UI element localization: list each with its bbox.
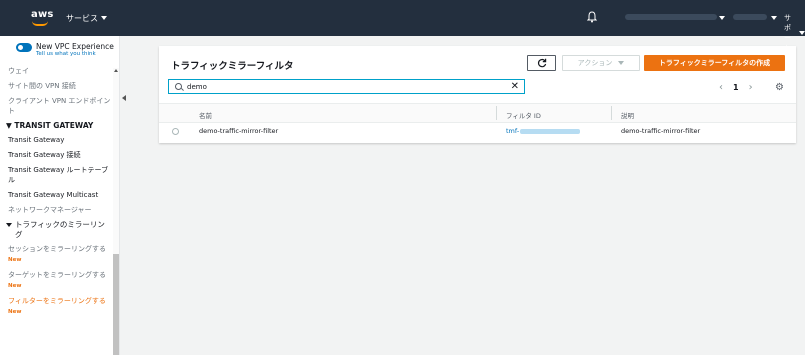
chevron-down-icon <box>618 61 625 65</box>
sidebar-item-transit-gateway-multicast[interactable]: Transit Gateway Multicast <box>6 190 112 200</box>
aws-smile-icon <box>32 21 48 26</box>
refresh-button[interactable] <box>527 55 556 71</box>
cell-filter-id-link[interactable]: tmf- <box>506 127 581 135</box>
bell-icon[interactable] <box>587 11 597 23</box>
column-header-filter-id[interactable]: フィルタ ID <box>496 106 541 120</box>
previous-page-icon[interactable]: ‹ <box>719 82 723 93</box>
account-chevron-down-icon <box>719 16 725 20</box>
toggle-switch[interactable] <box>16 43 32 52</box>
table-header: 名前 フィルタ ID 説明 <box>159 103 796 123</box>
actions-label: アクション <box>577 59 613 67</box>
column-header-label: 説明 <box>621 112 634 120</box>
sidebar-item-label: フィルターをミラーリングする <box>8 297 106 305</box>
sidebar-item-mirror-targets[interactable]: ターゲットをミラーリングする New <box>6 270 112 291</box>
sidebar-item-label: セッションをミラーリングする <box>8 245 106 253</box>
sidebar-item-client-vpn[interactable]: クライアント VPN エンドポイント <box>6 96 112 116</box>
column-header-label: フィルタ ID <box>506 112 541 120</box>
new-vpc-experience-toggle[interactable]: New VPC Experience Tell us what you thin… <box>16 42 114 58</box>
filter-id-redacted <box>520 128 581 134</box>
search-input[interactable] <box>187 82 507 91</box>
scroll-up-arrow-icon[interactable] <box>114 69 118 72</box>
region-chevron-down-icon <box>771 16 777 20</box>
region-menu-redacted[interactable] <box>733 14 767 20</box>
account-menu-redacted[interactable] <box>625 14 717 20</box>
cell-description: demo-traffic-mirror-filter <box>621 127 701 135</box>
column-divider <box>496 106 497 120</box>
services-menu[interactable]: サービス <box>66 13 107 24</box>
create-traffic-mirror-filter-button[interactable]: トラフィックミラーフィルタの作成 <box>644 55 785 71</box>
traffic-mirror-filters-panel: トラフィックミラーフィルタ アクション トラフィックミラーフィルタの作成 ✕ ‹… <box>159 46 796 143</box>
filter-id-prefix: tmf- <box>506 127 520 135</box>
sidebar-item-transit-gateway-route-tables[interactable]: Transit Gateway ルートテーブル <box>6 165 112 185</box>
sidebar-item-site-to-site-vpn[interactable]: サイト間の VPN 接続 <box>6 81 112 91</box>
new-badge: New <box>8 309 22 315</box>
page-title: トラフィックミラーフィルタ <box>171 61 294 72</box>
search-box: ✕ <box>168 79 525 94</box>
aws-logo[interactable]: aws <box>30 6 54 30</box>
transit-gateway-section-header[interactable]: ▼ TRANSIT GATEWAY <box>6 121 112 131</box>
collapse-sidebar-icon[interactable] <box>122 95 126 101</box>
chevron-down-icon <box>101 16 107 20</box>
clear-search-icon[interactable]: ✕ <box>511 81 519 93</box>
cell-name: demo-traffic-mirror-filter <box>199 127 279 135</box>
sidebar-item-gateway[interactable]: ウェイ <box>6 66 112 76</box>
chevron-down-icon <box>799 31 805 35</box>
search-icon <box>175 83 182 90</box>
row-select-radio[interactable] <box>172 128 179 135</box>
sidebar-item-label: ターゲットをミラーリングする <box>8 271 106 279</box>
pagination: ‹ 1 › <box>719 82 753 93</box>
sidebar-item-transit-gateway[interactable]: Transit Gateway <box>6 135 112 145</box>
sidebar-item-network-manager[interactable]: ネットワークマネージャー <box>6 205 112 215</box>
column-header-name[interactable]: 名前 <box>199 110 212 120</box>
sidebar-item-transit-gateway-attachments[interactable]: Transit Gateway 接続 <box>6 150 112 160</box>
services-label: サービス <box>66 13 98 23</box>
traffic-mirroring-header-label: トラフィックのミラーリング <box>15 220 105 239</box>
caret-down-icon <box>6 223 12 227</box>
new-badge: New <box>8 257 22 263</box>
new-badge: New <box>8 283 22 289</box>
transit-gateway-header-label: TRANSIT GATEWAY <box>14 121 94 130</box>
refresh-icon <box>537 58 546 68</box>
actions-dropdown-button[interactable]: アクション <box>562 55 640 71</box>
column-header-description[interactable]: 説明 <box>611 106 634 120</box>
sidebar-nav: ウェイ サイト間の VPN 接続 クライアント VPN エンドポイント ▼ TR… <box>6 66 112 322</box>
table-row[interactable]: demo-traffic-mirror-filter tmf- demo-tra… <box>159 123 796 140</box>
new-vpc-experience-title: New VPC Experience <box>36 42 114 51</box>
current-page-number[interactable]: 1 <box>733 83 739 92</box>
column-divider <box>611 106 612 120</box>
traffic-mirroring-section-header[interactable]: トラフィックのミラーリング <box>6 220 112 240</box>
sidebar-scrollbar-thumb[interactable] <box>113 254 119 355</box>
sidebar-item-mirror-filters[interactable]: フィルターをミラーリングする New <box>6 296 112 317</box>
feedback-link[interactable]: Tell us what you think <box>36 51 114 58</box>
aws-logo-text: aws <box>31 9 54 20</box>
sidebar-item-mirror-sessions[interactable]: セッションをミラーリングする New <box>6 244 112 265</box>
gear-icon[interactable]: ⚙ <box>775 82 784 93</box>
next-page-icon[interactable]: › <box>749 82 753 93</box>
sidebar: New VPC Experience Tell us what you thin… <box>0 36 120 355</box>
